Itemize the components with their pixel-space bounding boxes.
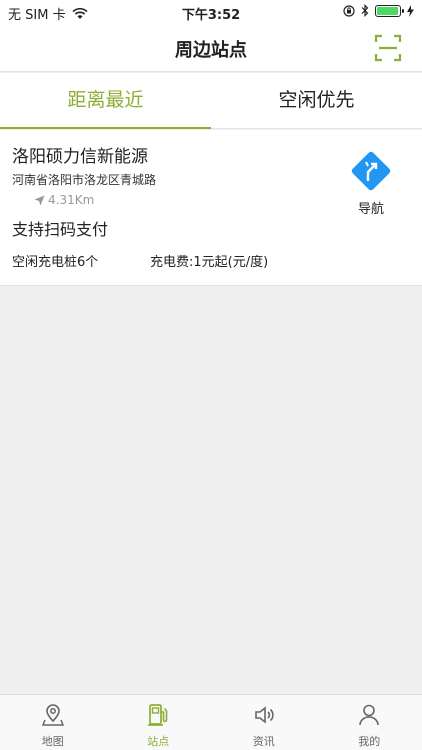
bottom-tab-bar: 地图 站点 资讯 我的 bbox=[0, 694, 422, 750]
navigate-button[interactable]: 导航 bbox=[348, 150, 394, 217]
nav-bar: 周边站点 bbox=[0, 24, 422, 72]
tab-bar-item-news[interactable]: 资讯 bbox=[211, 695, 317, 750]
navigate-label: 导航 bbox=[357, 202, 384, 217]
tab-bar-label-profile: 我的 bbox=[358, 735, 381, 748]
tab-bar-item-profile[interactable]: 我的 bbox=[317, 695, 422, 750]
status-bar: 无 SIM 卡 下午3:52 bbox=[0, 0, 422, 24]
distance-value: 4.31Km bbox=[48, 193, 95, 207]
sort-tabs: 距离最近 空闲优先 bbox=[0, 73, 422, 129]
tab-bar-label-news: 资讯 bbox=[252, 735, 275, 748]
charging-fee: 充电费:1元起(元/度) bbox=[150, 255, 269, 270]
location-arrow-icon bbox=[34, 195, 45, 205]
station-address: 河南省洛阳市洛龙区青城路 bbox=[12, 173, 157, 187]
station-distance: 4.31Km bbox=[34, 193, 94, 207]
tab-bar-label-map: 地图 bbox=[41, 735, 64, 748]
charging-station-icon bbox=[148, 704, 168, 726]
battery-icon bbox=[375, 4, 404, 17]
speaker-icon bbox=[254, 706, 274, 724]
user-icon bbox=[359, 704, 380, 726]
station-card[interactable]: 洛阳硕力信新能源 河南省洛阳市洛龙区青城路 4.31Km 支持扫码支付 空闲充电… bbox=[0, 130, 422, 286]
charging-bolt-icon bbox=[407, 4, 414, 17]
bluetooth-icon bbox=[361, 4, 369, 17]
orientation-lock-icon bbox=[343, 4, 355, 17]
tab-bar-label-stations: 站点 bbox=[147, 735, 170, 748]
tab-idle-first[interactable]: 空闲优先 bbox=[211, 73, 422, 128]
tab-nearest[interactable]: 距离最近 bbox=[0, 73, 211, 129]
page-title: 周边站点 bbox=[175, 40, 247, 61]
tab-bar-item-map[interactable]: 地图 bbox=[0, 695, 106, 750]
battery-fill bbox=[377, 6, 398, 15]
tab-bar-item-stations[interactable]: 站点 bbox=[106, 695, 212, 750]
station-name: 洛阳硕力信新能源 bbox=[12, 147, 148, 167]
scan-button[interactable] bbox=[374, 34, 402, 62]
status-right bbox=[343, 4, 414, 17]
payment-method: 支持扫码支付 bbox=[12, 220, 109, 239]
idle-piles: 空闲充电桩6个 bbox=[12, 255, 99, 270]
map-pin-icon bbox=[41, 704, 64, 726]
navigation-diamond-icon bbox=[351, 151, 391, 191]
scan-icon bbox=[374, 34, 402, 62]
